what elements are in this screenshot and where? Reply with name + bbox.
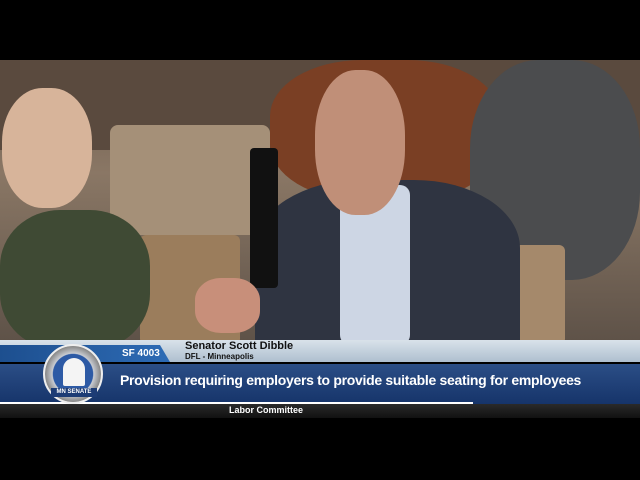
lower-third-caption: Senator Scott Dibble DFL - Minneapolis S… [0, 340, 640, 418]
senator-hand [195, 278, 260, 333]
mn-senate-logo: MN SENATE [43, 344, 103, 404]
chair [110, 125, 270, 235]
speaker-party-district: DFL - Minneapolis [185, 352, 254, 361]
topic-title: Provision requiring employers to provide… [120, 372, 582, 388]
woman-head [2, 88, 92, 208]
microphone [250, 148, 278, 288]
hearing-video-frame [0, 60, 640, 342]
committee-band: Labor Committee [0, 404, 640, 418]
woman-green-sweater [0, 210, 150, 342]
speaker-name: Senator Scott Dibble [185, 340, 294, 352]
capitol-dome-icon [63, 358, 85, 386]
committee-name: Labor Committee [228, 405, 303, 415]
senator-head [315, 70, 405, 215]
logo-text: MN SENATE [51, 388, 97, 397]
